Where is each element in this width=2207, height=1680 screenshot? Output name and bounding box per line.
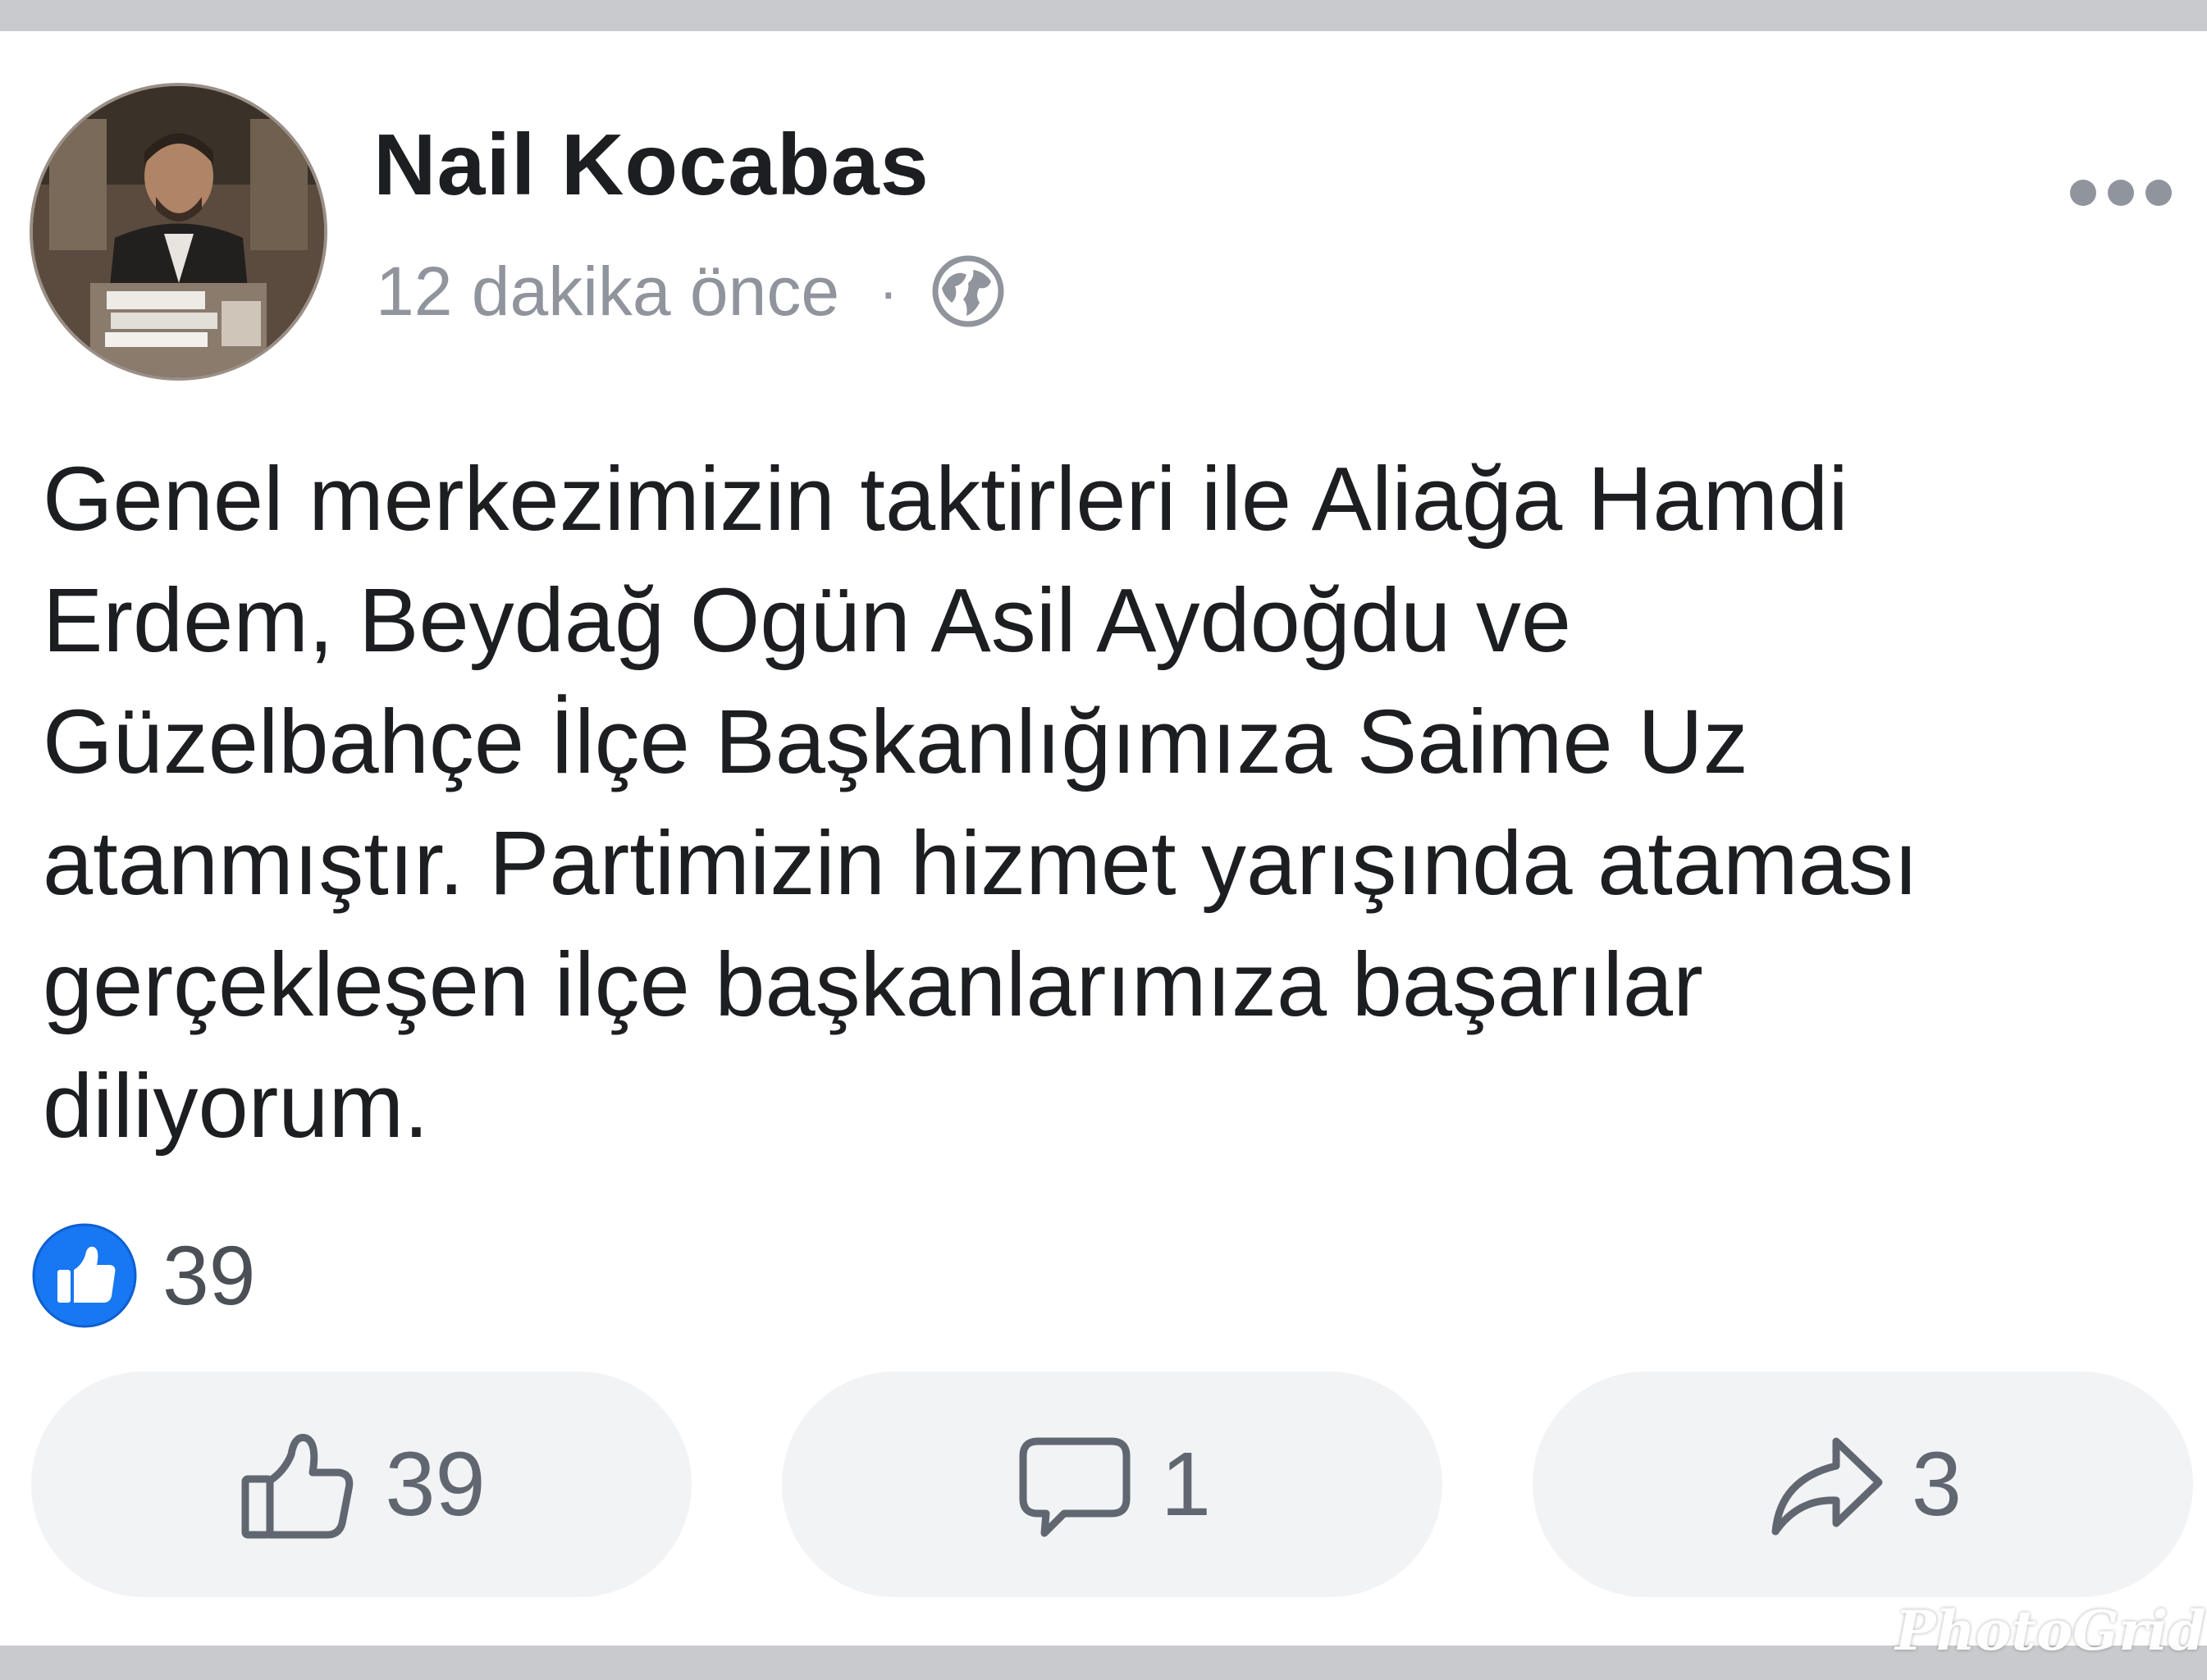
bottom-frame-bar [0, 1646, 2207, 1680]
meta-separator: · [879, 259, 898, 323]
comment-count: 1 [1160, 1433, 1212, 1535]
like-count: 39 [385, 1433, 486, 1535]
photogrid-watermark: PhotoGrid [1895, 1599, 2206, 1663]
avatar-photo [33, 86, 324, 377]
globe-icon [932, 255, 1004, 327]
comment-button[interactable]: 1 [782, 1372, 1442, 1597]
more-options-button[interactable] [2059, 168, 2182, 217]
reaction-summary[interactable]: 39 [31, 1218, 255, 1333]
share-icon [1771, 1437, 1883, 1535]
reaction-count: 39 [162, 1229, 256, 1322]
author-name[interactable]: Nail Kocabas [373, 121, 930, 208]
top-frame-bar [0, 0, 2207, 31]
post-timestamp[interactable]: 12 dakika önce [376, 257, 839, 326]
like-button[interactable]: 39 [31, 1372, 692, 1597]
more-dot-icon [2145, 180, 2172, 206]
share-count: 3 [1911, 1433, 1963, 1535]
post-text: Genel merkezimizin taktirleri ile Aliağa… [43, 449, 1919, 1157]
comment-icon [1019, 1437, 1131, 1536]
more-dot-icon [2108, 180, 2134, 206]
thumbs-up-icon [241, 1433, 354, 1538]
like-reaction-icon [32, 1223, 137, 1328]
post-meta: 12 dakika önce · [376, 246, 1006, 336]
share-button[interactable]: 3 [1533, 1372, 2193, 1597]
more-dot-icon [2070, 180, 2096, 206]
author-avatar[interactable] [33, 86, 324, 377]
